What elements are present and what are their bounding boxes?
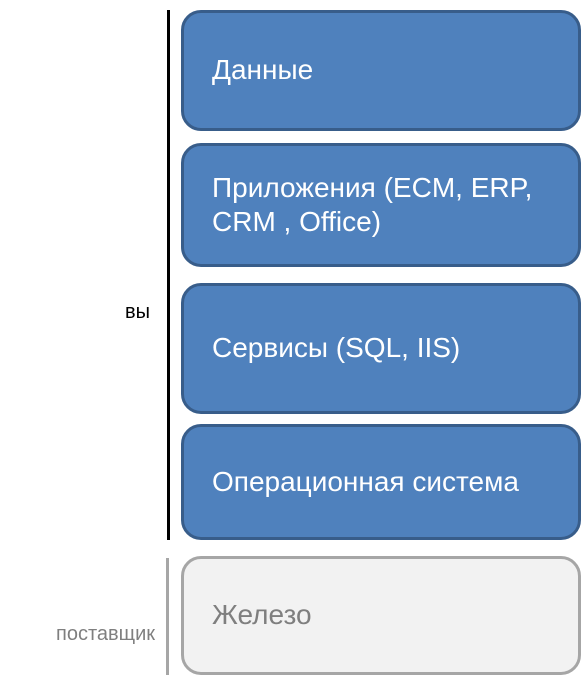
layer-hardware: Железо [181, 556, 581, 675]
layer-operating-system: Операционная система [181, 424, 581, 540]
layer-data: Данные [181, 10, 581, 131]
you-bracket-line [167, 10, 170, 540]
layer-applications: Приложения (ECM, ERP, CRM , Office) [181, 143, 581, 267]
vendor-bracket-line [166, 558, 169, 675]
vendor-label: поставщик [55, 623, 155, 645]
you-label: вы [125, 301, 150, 323]
layer-services: Сервисы (SQL, IIS) [181, 283, 581, 414]
